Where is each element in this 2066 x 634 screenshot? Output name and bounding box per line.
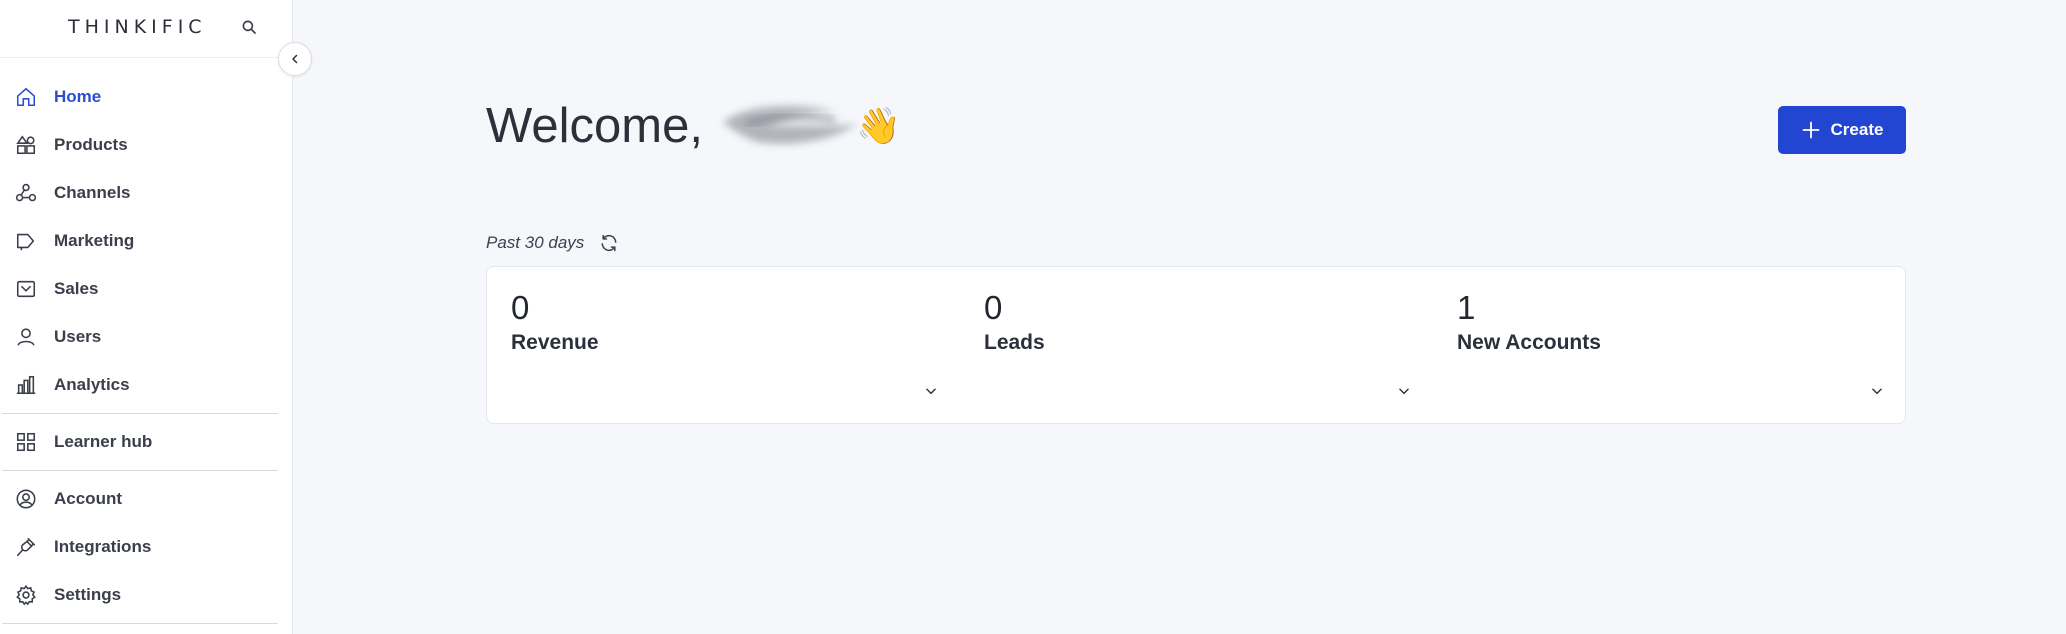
stat-new-accounts: 1 New Accounts xyxy=(1433,267,1905,425)
stat-label: New Accounts xyxy=(1457,331,1601,354)
stat-value: 0 xyxy=(984,289,1003,326)
sidebar-item-marketing[interactable]: Marketing xyxy=(0,221,278,261)
sidebar: THINKIFIC Home Products Channels Marketi… xyxy=(0,0,293,634)
plug-icon xyxy=(15,536,37,558)
stats-card: 0 Revenue 0 Leads 1 New Accounts xyxy=(486,266,1906,424)
sidebar-item-settings[interactable]: Settings xyxy=(0,575,278,615)
thinkific-logo[interactable]: THINKIFIC xyxy=(68,16,207,38)
user-icon xyxy=(15,326,37,348)
sidebar-item-label: Marketing xyxy=(54,231,135,250)
sidebar-item-integrations[interactable]: Integrations xyxy=(0,527,278,567)
chevron-down-icon[interactable] xyxy=(1396,383,1412,399)
stat-leads: 0 Leads xyxy=(960,267,1432,425)
sidebar-item-users[interactable]: Users xyxy=(0,317,278,357)
waving-hand-emoji: 👋 xyxy=(855,105,901,146)
sidebar-item-account[interactable]: Account xyxy=(0,479,278,519)
create-button-label: Create xyxy=(1830,120,1884,139)
chevron-down-icon[interactable] xyxy=(1869,383,1885,399)
account-icon xyxy=(15,488,37,510)
sidebar-item-learner-hub[interactable]: Learner hub xyxy=(0,422,278,462)
home-icon xyxy=(15,86,37,108)
sidebar-item-label: Settings xyxy=(54,585,122,604)
refresh-icon[interactable] xyxy=(598,232,620,254)
stat-label: Revenue xyxy=(511,331,599,354)
welcome-text: Welcome, xyxy=(486,99,703,153)
sidebar-item-analytics[interactable]: Analytics xyxy=(0,365,278,405)
stat-revenue: 0 Revenue xyxy=(487,267,959,425)
sidebar-item-home[interactable]: Home xyxy=(0,77,278,117)
gear-icon xyxy=(15,584,37,606)
sidebar-item-label: Users xyxy=(54,327,102,346)
stat-value: 1 xyxy=(1457,289,1476,326)
welcome-heading: Welcome, 👋 xyxy=(486,98,901,154)
sidebar-item-label: Products xyxy=(54,135,128,154)
sidebar-divider xyxy=(2,413,278,414)
sidebar-item-label: Learner hub xyxy=(54,432,153,451)
sidebar-item-label: Analytics xyxy=(54,375,130,394)
period-label: Past 30 days xyxy=(486,233,585,252)
sidebar-item-products[interactable]: Products xyxy=(0,125,278,165)
sidebar-item-sales[interactable]: Sales xyxy=(0,269,278,309)
analytics-icon xyxy=(15,374,37,396)
stat-label: Leads xyxy=(984,331,1045,354)
channels-icon xyxy=(15,182,37,204)
search-icon[interactable] xyxy=(240,18,260,38)
sidebar-item-label: Account xyxy=(54,489,122,508)
sidebar-divider xyxy=(2,623,278,624)
sidebar-item-label: Sales xyxy=(54,279,99,298)
sidebar-item-label: Channels xyxy=(54,183,131,202)
sales-icon xyxy=(15,278,37,300)
products-icon xyxy=(15,134,37,156)
chevron-down-icon[interactable] xyxy=(923,383,939,399)
sidebar-divider xyxy=(2,470,278,471)
marketing-icon xyxy=(15,230,37,252)
grid-icon xyxy=(15,431,37,453)
stat-value: 0 xyxy=(511,289,530,326)
sidebar-item-label: Integrations xyxy=(54,537,152,556)
period-selector: Past 30 days xyxy=(486,232,620,254)
collapse-sidebar-button[interactable] xyxy=(278,42,312,76)
chevron-left-icon xyxy=(292,54,298,64)
brand-bar: THINKIFIC xyxy=(0,0,293,58)
plus-icon xyxy=(1801,120,1821,140)
sidebar-item-label: Home xyxy=(54,87,102,106)
redacted-username xyxy=(717,98,862,154)
create-button[interactable]: Create xyxy=(1778,106,1906,154)
sidebar-item-channels[interactable]: Channels xyxy=(0,173,278,213)
